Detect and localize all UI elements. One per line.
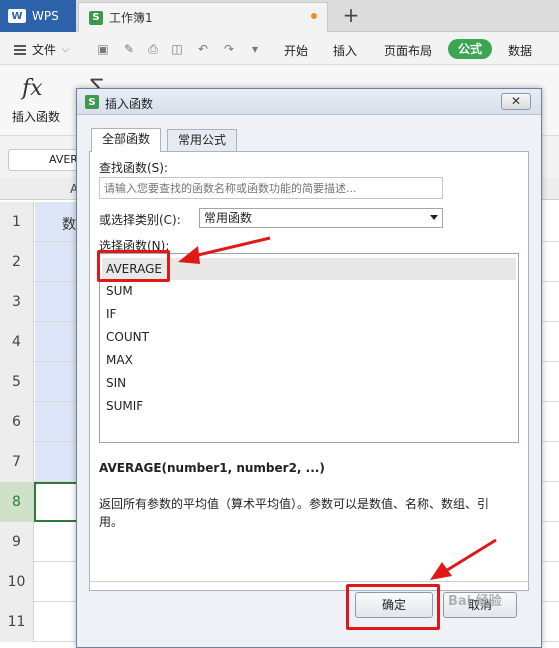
tab-all-functions[interactable]: 全部函数 <box>91 128 162 152</box>
arrow-to-ok <box>430 538 497 580</box>
annotation-arrows <box>178 236 497 580</box>
watermark: Bai 经验 <box>448 594 502 609</box>
arrow-to-average <box>178 236 271 264</box>
